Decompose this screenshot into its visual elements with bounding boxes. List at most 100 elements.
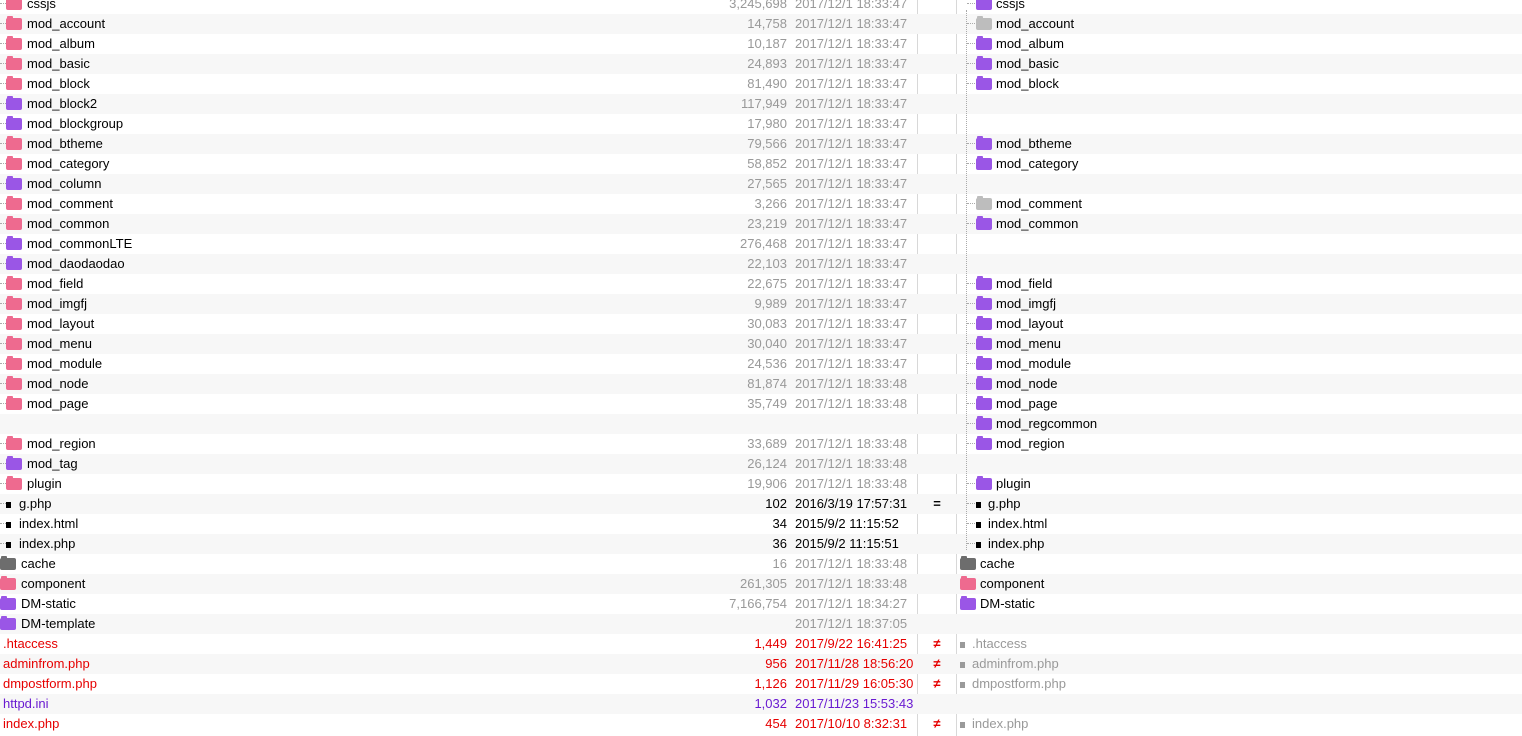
left-name[interactable]: mod_block: [27, 76, 90, 91]
left-name[interactable]: mod_commonLTE: [27, 236, 132, 251]
file-row[interactable]: index.html 34 2015/9/2 11:15:52 index.html: [0, 514, 1522, 534]
right-name[interactable]: plugin: [996, 476, 1031, 491]
file-row[interactable]: mod_album 10,187 2017/12/1 18:33:47 mod_alb…: [0, 34, 1522, 54]
right-name[interactable]: component: [980, 576, 1044, 591]
right-name[interactable]: mod_common: [996, 216, 1078, 231]
left-name[interactable]: mod_region: [27, 436, 96, 451]
right-name[interactable]: index.html: [988, 516, 1047, 531]
file-row[interactable]: .htaccess 1,449 2017/9/22 16:41:25 ≠ .htacce…: [0, 634, 1522, 654]
file-row[interactable]: dmpostform.php 1,126 2017/11/29 16:05:30 ≠ d…: [0, 674, 1522, 694]
left-name[interactable]: mod_field: [27, 276, 83, 291]
right-name[interactable]: g.php: [988, 496, 1021, 511]
right-name[interactable]: cssjs: [996, 0, 1025, 11]
file-row[interactable]: index.php 36 2015/9/2 11:15:51 index.php: [0, 534, 1522, 554]
file-row[interactable]: mod_field 22,675 2017/12/1 18:33:47 mod_fie…: [0, 274, 1522, 294]
left-name[interactable]: mod_daodaodao: [27, 256, 125, 271]
left-name[interactable]: DM-template: [21, 616, 95, 631]
right-name[interactable]: mod_layout: [996, 316, 1063, 331]
left-name[interactable]: adminfrom.php: [3, 656, 90, 671]
file-row[interactable]: mod_btheme 79,566 2017/12/1 18:33:47 mod_bt…: [0, 134, 1522, 154]
right-name[interactable]: mod_menu: [996, 336, 1061, 351]
right-name[interactable]: adminfrom.php: [972, 656, 1059, 671]
file-row[interactable]: plugin 19,906 2017/12/1 18:33:48 plugin: [0, 474, 1522, 494]
left-name[interactable]: mod_imgfj: [27, 296, 87, 311]
left-name[interactable]: mod_album: [27, 36, 95, 51]
file-row[interactable]: mod_imgfj 9,989 2017/12/1 18:33:47 mod_imgf…: [0, 294, 1522, 314]
file-row[interactable]: mod_block2 117,949 2017/12/1 18:33:47: [0, 94, 1522, 114]
file-row[interactable]: mod_module 24,536 2017/12/1 18:33:47 mod_mo…: [0, 354, 1522, 374]
file-row[interactable]: mod_page 35,749 2017/12/1 18:33:48 mod_page: [0, 394, 1522, 414]
right-name[interactable]: mod_field: [996, 276, 1052, 291]
file-row[interactable]: adminfrom.php 956 2017/11/28 18:56:20 ≠ admi…: [0, 654, 1522, 674]
file-row[interactable]: DM-template 2017/12/1 18:37:05: [0, 614, 1522, 634]
right-name[interactable]: mod_region: [996, 436, 1065, 451]
left-name[interactable]: mod_common: [27, 216, 109, 231]
right-name[interactable]: index.php: [972, 716, 1028, 731]
file-row[interactable]: mod_common 23,219 2017/12/1 18:33:47 mod_co…: [0, 214, 1522, 234]
left-name[interactable]: index.html: [19, 516, 78, 531]
left-name[interactable]: mod_comment: [27, 196, 113, 211]
left-name[interactable]: mod_column: [27, 176, 101, 191]
file-row[interactable]: index.php 454 2017/10/10 8:32:31 ≠ index.php: [0, 714, 1522, 734]
left-name[interactable]: mod_node: [27, 376, 88, 391]
file-row[interactable]: cache 16 2017/12/1 18:33:48 cache: [0, 554, 1522, 574]
file-row[interactable]: mod_tag 26,124 2017/12/1 18:33:48: [0, 454, 1522, 474]
file-row[interactable]: mod_layout 30,083 2017/12/1 18:33:47 mod_la…: [0, 314, 1522, 334]
file-row[interactable]: mod_regcommon: [0, 414, 1522, 434]
right-name[interactable]: mod_regcommon: [996, 416, 1097, 431]
left-name[interactable]: component: [21, 576, 85, 591]
right-name[interactable]: mod_category: [996, 156, 1078, 171]
file-row[interactable]: cssjs 3,245,698 2017/12/1 18:33:47 cssjs: [0, 0, 1522, 14]
right-name[interactable]: mod_imgfj: [996, 296, 1056, 311]
right-name[interactable]: .htaccess: [972, 636, 1027, 651]
right-name[interactable]: dmpostform.php: [972, 676, 1066, 691]
right-name[interactable]: mod_page: [996, 396, 1057, 411]
file-row[interactable]: DM-static 7,166,754 2017/12/1 18:34:27 DM-s…: [0, 594, 1522, 614]
right-name[interactable]: index.php: [988, 536, 1044, 551]
left-name[interactable]: index.php: [3, 716, 59, 731]
file-row[interactable]: mod_region 33,689 2017/12/1 18:33:48 mod_re…: [0, 434, 1522, 454]
right-name[interactable]: mod_basic: [996, 56, 1059, 71]
right-name[interactable]: mod_comment: [996, 196, 1082, 211]
file-row[interactable]: mod_commonLTE 276,468 2017/12/1 18:33:47: [0, 234, 1522, 254]
left-name[interactable]: mod_menu: [27, 336, 92, 351]
left-name[interactable]: mod_btheme: [27, 136, 103, 151]
file-row[interactable]: mod_menu 30,040 2017/12/1 18:33:47 mod_menu: [0, 334, 1522, 354]
right-name[interactable]: mod_block: [996, 76, 1059, 91]
right-name[interactable]: mod_btheme: [996, 136, 1072, 151]
file-row[interactable]: mod_basic 24,893 2017/12/1 18:33:47 mod_bas…: [0, 54, 1522, 74]
left-name[interactable]: mod_category: [27, 156, 109, 171]
file-row[interactable]: mod_comment 3,266 2017/12/1 18:33:47 mod_co…: [0, 194, 1522, 214]
file-row[interactable]: mod_node 81,874 2017/12/1 18:33:48 mod_node: [0, 374, 1522, 394]
file-row[interactable]: component 261,305 2017/12/1 18:33:48 compon…: [0, 574, 1522, 594]
file-row[interactable]: mod_block 81,490 2017/12/1 18:33:47 mod_blo…: [0, 74, 1522, 94]
left-name[interactable]: .htaccess: [3, 636, 58, 651]
right-name[interactable]: mod_album: [996, 36, 1064, 51]
right-name[interactable]: mod_account: [996, 16, 1074, 31]
left-name[interactable]: g.php: [19, 496, 52, 511]
file-row[interactable]: mod_daodaodao 22,103 2017/12/1 18:33:47: [0, 254, 1522, 274]
left-name[interactable]: mod_account: [27, 16, 105, 31]
right-name[interactable]: cache: [980, 556, 1015, 571]
left-name[interactable]: cssjs: [27, 0, 56, 11]
left-name[interactable]: httpd.ini: [3, 696, 49, 711]
left-name[interactable]: mod_blockgroup: [27, 116, 123, 131]
file-row[interactable]: mod_blockgroup 17,980 2017/12/1 18:33:47: [0, 114, 1522, 134]
left-name[interactable]: mod_layout: [27, 316, 94, 331]
left-name[interactable]: index.php: [19, 536, 75, 551]
right-name[interactable]: mod_node: [996, 376, 1057, 391]
right-name[interactable]: mod_module: [996, 356, 1071, 371]
left-name[interactable]: mod_basic: [27, 56, 90, 71]
left-name[interactable]: mod_page: [27, 396, 88, 411]
file-row[interactable]: mod_category 58,852 2017/12/1 18:33:47 mod_…: [0, 154, 1522, 174]
file-row[interactable]: g.php 102 2016/3/19 17:57:31 = g.php: [0, 494, 1522, 514]
left-name[interactable]: plugin: [27, 476, 62, 491]
file-row[interactable]: httpd.ini 1,032 2017/11/23 15:53:43: [0, 694, 1522, 714]
right-name[interactable]: DM-static: [980, 596, 1035, 611]
left-name[interactable]: mod_tag: [27, 456, 78, 471]
file-row[interactable]: mod_column 27,565 2017/12/1 18:33:47: [0, 174, 1522, 194]
left-name[interactable]: mod_module: [27, 356, 102, 371]
left-name[interactable]: DM-static: [21, 596, 76, 611]
left-name[interactable]: dmpostform.php: [3, 676, 97, 691]
file-row[interactable]: mod_account 14,758 2017/12/1 18:33:47 mod_a…: [0, 14, 1522, 34]
